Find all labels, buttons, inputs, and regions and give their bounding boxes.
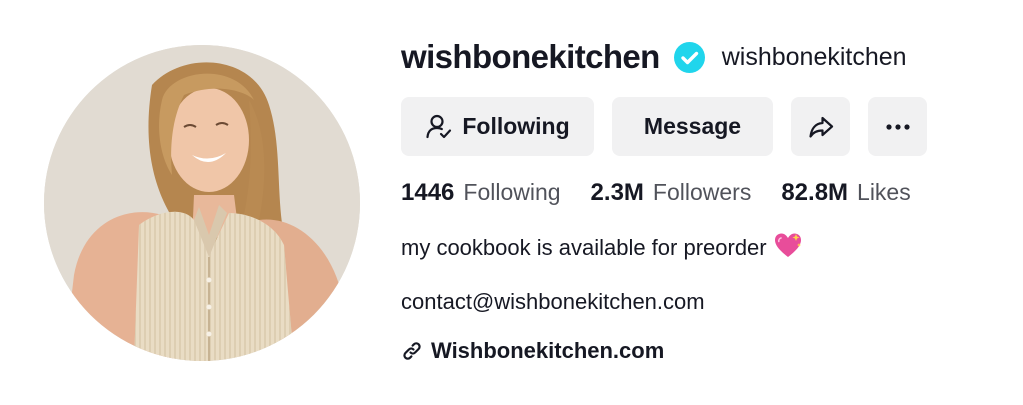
followers-stat-label: Followers: [652, 179, 752, 205]
title-row: wishbonekitchen wishbonekitchen: [401, 34, 1001, 80]
likes-stat: 82.8M Likes: [781, 179, 910, 207]
profile-nickname: wishbonekitchen: [721, 42, 907, 71]
likes-stat-label: Likes: [857, 179, 911, 205]
following-stat[interactable]: 1446 Following: [401, 179, 561, 207]
sparkling-heart-icon: [773, 231, 803, 265]
bio-text: my cookbook is available for preorder: [401, 235, 767, 260]
followers-stat[interactable]: 2.3M Followers: [591, 179, 752, 207]
following-button[interactable]: Following: [401, 97, 594, 156]
share-arrow-icon: [808, 116, 833, 138]
avatar-image: [44, 45, 360, 361]
user-check-icon: [426, 114, 452, 138]
profile-bio-line: my cookbook is available for preorder 💖: [401, 233, 1001, 263]
following-button-label: Following: [462, 113, 570, 139]
profile-stats: 1446 Following 2.3M Followers 82.8M Like…: [401, 179, 1001, 209]
link-icon: [403, 342, 421, 360]
profile-username: wishbonekitchen: [401, 38, 660, 75]
more-options-button[interactable]: [868, 97, 927, 156]
verified-check-icon: [673, 41, 705, 73]
message-button[interactable]: Message: [612, 97, 773, 156]
action-buttons: Following Message: [401, 97, 1001, 156]
profile-link[interactable]: Wishbonekitchen.com: [401, 336, 1001, 366]
likes-count: 82.8M: [781, 179, 849, 206]
profile-link-text[interactable]: Wishbonekitchen.com: [431, 338, 664, 364]
following-stat-label: Following: [463, 179, 561, 205]
message-button-label: Message: [643, 113, 742, 139]
bio-spacer: [401, 263, 1001, 285]
profile-avatar[interactable]: [44, 45, 360, 361]
more-dots-icon: [885, 123, 910, 130]
profile-contact-email: contact@wishbonekitchen.com: [401, 289, 705, 314]
profile-info: wishbonekitchen wishbonekitchen Followin…: [401, 34, 1001, 366]
share-button[interactable]: [791, 97, 850, 156]
following-count: 1446: [401, 179, 455, 206]
followers-count: 2.3M: [590, 179, 644, 206]
